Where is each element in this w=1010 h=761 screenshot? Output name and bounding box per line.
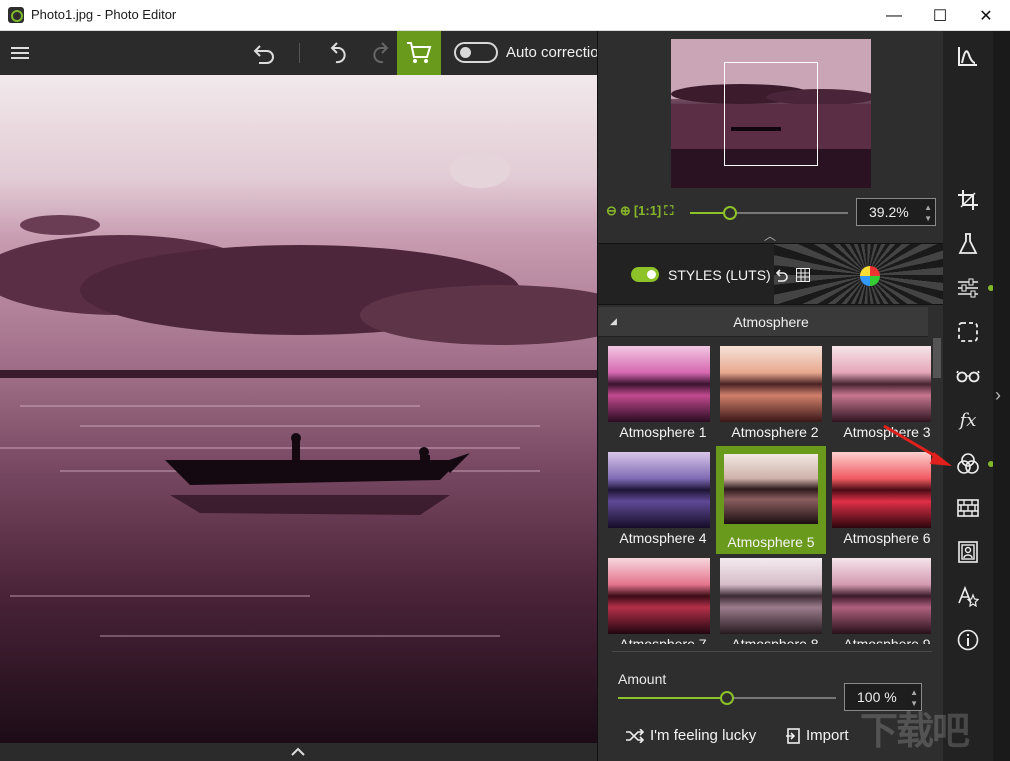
zoom-in-icon[interactable]: ⊕ bbox=[620, 203, 631, 219]
divider bbox=[612, 651, 932, 652]
navigator-preview[interactable] bbox=[671, 39, 871, 188]
histogram-icon[interactable] bbox=[955, 43, 981, 69]
chevron-up-icon[interactable] bbox=[290, 747, 306, 757]
window-title: Photo1.jpg - Photo Editor bbox=[31, 7, 177, 22]
style-preview bbox=[608, 346, 710, 422]
canvas-bottom-bar bbox=[0, 743, 597, 761]
navigator-viewport-rect[interactable] bbox=[724, 62, 818, 166]
style-label: Atmosphere 4 bbox=[619, 530, 707, 546]
amount-slider-fill bbox=[618, 697, 727, 699]
reset-icon[interactable] bbox=[247, 31, 279, 75]
collapse-navigator-icon[interactable]: ︿ bbox=[764, 227, 776, 244]
style-thumb[interactable]: Atmosphere 7 bbox=[608, 556, 710, 644]
amount-label: Amount bbox=[618, 671, 667, 687]
style-preview bbox=[720, 558, 822, 634]
annotation-arrow bbox=[883, 424, 952, 466]
style-label: Atmosphere 6 bbox=[843, 530, 931, 546]
zoom-slider-handle[interactable] bbox=[722, 206, 737, 220]
style-label: Atmosphere 8 bbox=[731, 636, 819, 644]
style-thumb[interactable]: Atmosphere 4 bbox=[608, 450, 710, 550]
shopping-cart-icon bbox=[407, 42, 432, 63]
styles-header: STYLES (LUTS) bbox=[598, 243, 944, 305]
style-label: Atmosphere 2 bbox=[731, 424, 819, 440]
watermark: 下载吧 bbox=[860, 709, 970, 753]
scrollbar-thumb[interactable] bbox=[933, 338, 941, 378]
styles-toggle[interactable] bbox=[631, 267, 659, 282]
style-label: Atmosphere 9 bbox=[843, 636, 931, 644]
selection-icon[interactable] bbox=[955, 319, 981, 345]
style-thumb[interactable]: Atmosphere 2 bbox=[720, 344, 822, 444]
toolbar-divider bbox=[299, 43, 300, 63]
style-preview bbox=[608, 452, 710, 528]
sliders-icon[interactable] bbox=[955, 275, 981, 301]
shuffle-icon bbox=[626, 728, 644, 743]
zoom-out-icon[interactable]: ⊖ bbox=[606, 203, 617, 219]
title-bar: Photo1.jpg - Photo Editor — ☐ ✕ bbox=[0, 0, 1010, 31]
editor-toolbar: Auto correction bbox=[0, 31, 597, 75]
styles-panel: ⊖ ⊕ [1:1] ⛶ 39.2% ▲ ▼ ︿ STYLES (LUTS) ◢ … bbox=[597, 31, 944, 761]
style-thumb[interactable]: Atmosphere 8 bbox=[720, 556, 822, 644]
zoom-controls: ⊖ ⊕ [1:1] ⛶ bbox=[606, 203, 673, 219]
redo-icon[interactable] bbox=[365, 31, 397, 75]
import-icon bbox=[786, 727, 800, 744]
texture-icon[interactable] bbox=[955, 495, 981, 521]
style-thumb-selected[interactable]: Atmosphere 5 bbox=[716, 446, 826, 554]
close-button[interactable]: ✕ bbox=[963, 0, 1009, 31]
undo-icon[interactable] bbox=[322, 31, 354, 75]
style-label: Atmosphere 5 bbox=[727, 534, 815, 550]
app-logo-icon bbox=[8, 7, 24, 23]
spin-up-icon[interactable]: ▲ bbox=[924, 203, 932, 212]
maximize-button[interactable]: ☐ bbox=[917, 0, 963, 31]
styles-label: STYLES (LUTS) bbox=[668, 267, 771, 283]
style-preview bbox=[608, 558, 710, 634]
color-burst-icon bbox=[860, 266, 880, 286]
category-header[interactable]: ◢ Atmosphere bbox=[598, 307, 928, 337]
hamburger-menu-icon[interactable] bbox=[8, 31, 32, 75]
styles-reset-icon[interactable] bbox=[774, 268, 788, 282]
crop-icon[interactable] bbox=[955, 187, 981, 213]
flask-icon[interactable] bbox=[955, 231, 981, 257]
text-effect-icon[interactable] bbox=[955, 583, 981, 609]
spin-down-icon[interactable]: ▼ bbox=[924, 214, 932, 223]
shopping-cart-button[interactable] bbox=[397, 31, 441, 75]
tool-sidebar: fx bbox=[943, 31, 994, 761]
auto-correction-label: Auto correction bbox=[506, 44, 597, 61]
style-preview bbox=[724, 454, 818, 524]
styles-grid: Atmosphere 1 Atmosphere 2 Atmosphere 3 A… bbox=[606, 344, 932, 644]
spin-up-icon[interactable]: ▲ bbox=[910, 688, 918, 697]
glasses-icon[interactable] bbox=[955, 363, 981, 389]
style-thumb[interactable]: Atmosphere 9 bbox=[832, 556, 932, 644]
style-preview bbox=[832, 558, 932, 634]
import-label: Import bbox=[806, 727, 849, 744]
style-preview bbox=[720, 346, 822, 422]
amount-slider-handle[interactable] bbox=[720, 691, 734, 705]
fit-to-screen-icon[interactable]: ⛶ bbox=[664, 203, 673, 219]
info-icon[interactable] bbox=[955, 627, 981, 653]
feeling-lucky-label: I'm feeling lucky bbox=[650, 727, 757, 744]
zoom-value: 39.2% bbox=[869, 204, 909, 220]
actual-size-icon[interactable]: [1:1] bbox=[634, 203, 661, 219]
style-thumb[interactable]: Atmosphere 1 bbox=[608, 344, 710, 444]
feeling-lucky-button[interactable]: I'm feeling lucky bbox=[626, 727, 756, 744]
photo-canvas[interactable] bbox=[0, 75, 597, 743]
style-preview bbox=[832, 346, 932, 422]
style-label: Atmosphere 1 bbox=[619, 424, 707, 440]
zoom-value-field[interactable]: 39.2% ▲ ▼ bbox=[856, 198, 936, 226]
style-label: Atmosphere 7 bbox=[619, 636, 707, 644]
chevron-right-icon[interactable]: › bbox=[995, 385, 1001, 406]
grid-view-icon[interactable] bbox=[796, 268, 810, 282]
import-button[interactable]: Import bbox=[786, 727, 849, 744]
minimize-button[interactable]: — bbox=[871, 0, 917, 31]
category-title: Atmosphere bbox=[733, 314, 809, 330]
photo-scene bbox=[0, 75, 597, 743]
frame-icon[interactable] bbox=[955, 539, 981, 565]
auto-correction-toggle[interactable] bbox=[454, 42, 498, 63]
